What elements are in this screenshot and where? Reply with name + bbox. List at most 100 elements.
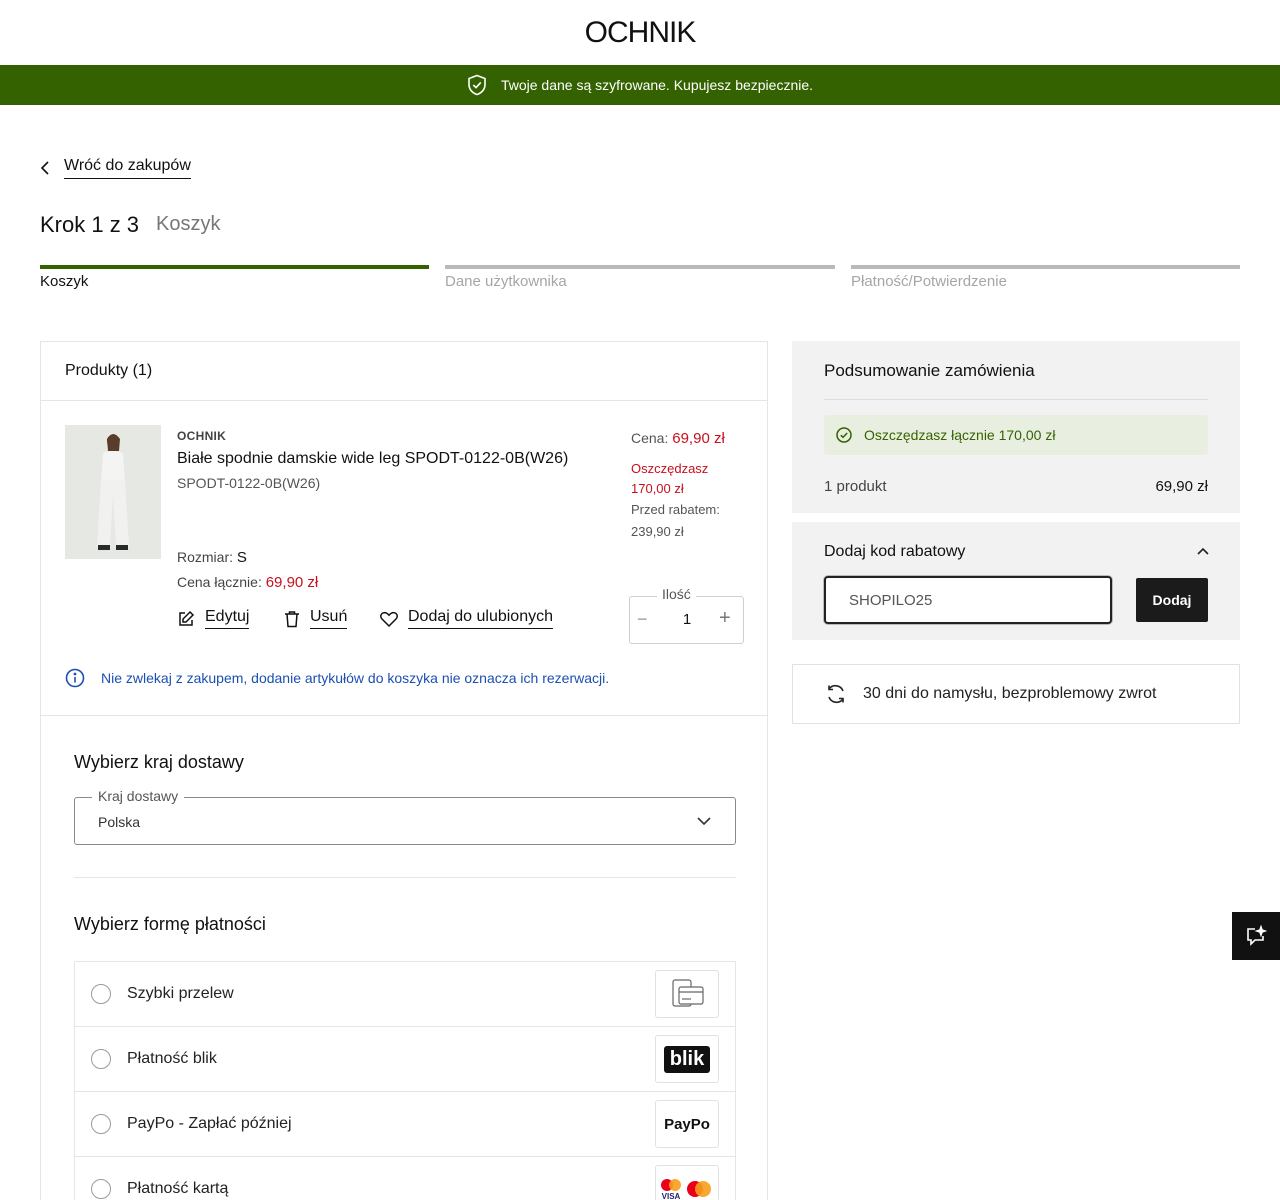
payment-method-title: Wybierz formę płatności xyxy=(74,914,266,934)
delivery-country-select[interactable] xyxy=(74,797,736,845)
product-sku: SPODT-0122-0B(W26) xyxy=(177,475,321,491)
returns-info: 30 dni do namysłu, bezproblemowy zwrot xyxy=(792,664,1240,724)
quantity-decrease-button[interactable]: − xyxy=(637,609,648,630)
info-icon xyxy=(65,668,85,688)
payment-radio[interactable] xyxy=(91,1114,111,1134)
product-size-label: Rozmiar: xyxy=(177,549,234,565)
payment-radio[interactable] xyxy=(91,984,111,1004)
order-summary: Podsumowanie zamówienia Oszczędzasz łącz… xyxy=(792,341,1240,513)
blik-logo-text: blik xyxy=(663,1045,711,1073)
product-size-value: S xyxy=(236,549,247,566)
product-total: Cena łącznie: 69,90 zł xyxy=(177,574,318,591)
mastercard-icon xyxy=(661,1178,681,1191)
remove-label: Usuń xyxy=(310,608,348,629)
divider xyxy=(74,877,736,878)
apply-discount-button[interactable]: Dodaj xyxy=(1136,578,1208,622)
bank-transfer-icon xyxy=(655,970,719,1018)
security-banner: Twoje dane są szyfrowane. Kupujesz bezpi… xyxy=(0,65,1280,105)
product-total-label: Cena łącznie: xyxy=(177,574,262,590)
payment-radio[interactable] xyxy=(91,1179,111,1199)
step-progress-user-data xyxy=(445,265,835,269)
discount-code-section: Dodaj kod rabatowy Dodaj xyxy=(792,522,1240,640)
product-size: Rozmiar: S xyxy=(177,549,247,566)
payment-option-card[interactable]: Płatność kartą VISA xyxy=(75,1157,735,1200)
security-banner-text: Twoje dane są szyfrowane. Kupujesz bezpi… xyxy=(500,77,814,93)
payment-option-label: Płatność kartą xyxy=(127,1180,229,1197)
maestro-icon xyxy=(687,1181,711,1197)
paypo-logo: PayPo xyxy=(655,1100,719,1148)
payment-option-blik[interactable]: Płatność blik blik xyxy=(75,1027,735,1092)
remove-button[interactable]: Usuń xyxy=(284,608,348,629)
discount-code-input[interactable] xyxy=(824,576,1112,624)
discount-code-title[interactable]: Dodaj kod rabatowy xyxy=(824,543,965,561)
back-link-label: Wróć do zakupów xyxy=(64,157,191,179)
total-savings-text: Oszczędzasz łącznie 170,00 zł xyxy=(864,427,1056,443)
step-progress-payment xyxy=(851,265,1240,269)
check-circle-icon xyxy=(836,427,852,443)
chevron-up-icon[interactable] xyxy=(1196,544,1210,562)
divider xyxy=(41,715,767,716)
quantity-value[interactable]: 1 xyxy=(682,611,692,628)
paypo-logo-text: PayPo xyxy=(664,1115,710,1133)
payment-radio[interactable] xyxy=(91,1049,111,1069)
products-header: Produkty (1) xyxy=(41,342,767,401)
price-line: Cena: 69,90 zł xyxy=(631,430,761,447)
reservation-info-text: Nie zwlekaj z zakupem, dodanie artykułów… xyxy=(101,670,610,686)
step-subtitle: Koszyk xyxy=(156,213,221,235)
summary-product-count: 1 produkt xyxy=(824,478,887,495)
step-progress-cart xyxy=(40,265,429,269)
visa-logo-text: VISA xyxy=(661,1191,681,1200)
delivery-country-label: Kraj dostawy xyxy=(92,788,185,804)
delivery-country-title: Wybierz kraj dostawy xyxy=(74,752,244,772)
payment-option-paypo[interactable]: PayPo - Zapłać później PayPo xyxy=(75,1092,735,1157)
delivery-country-value[interactable]: Polska xyxy=(98,814,140,830)
cart-panel: Produkty (1) OCHNIK Białe spodnie damski… xyxy=(40,341,768,1200)
product-total-value: 69,90 zł xyxy=(265,574,319,591)
shield-check-icon xyxy=(468,74,486,96)
payment-option-transfer[interactable]: Szybki przelew xyxy=(75,962,735,1027)
price-value: 69,90 zł xyxy=(672,430,725,447)
back-to-shopping-link[interactable]: Wróć do zakupów xyxy=(40,157,191,179)
summary-total-price: 69,90 zł xyxy=(1155,478,1208,495)
price-column: Cena: 69,90 zł Oszczędzasz 170,00 zł Prz… xyxy=(631,430,761,543)
blik-logo: blik xyxy=(655,1035,719,1083)
step-label-cart: Koszyk xyxy=(40,273,89,290)
payment-method-list: Szybki przelew Płatność blik blik PayPo … xyxy=(74,961,736,1200)
before-discount-label: Przed rabatem: xyxy=(631,502,720,517)
chevron-down-icon[interactable] xyxy=(696,813,712,831)
payment-option-label: Szybki przelew xyxy=(127,985,234,1002)
chevron-left-icon xyxy=(40,161,49,175)
refresh-icon xyxy=(828,684,844,704)
edit-label: Edytuj xyxy=(205,608,250,629)
saving-label: Oszczędzasz xyxy=(631,461,709,476)
products-title: Produkty (1) xyxy=(65,362,153,379)
payment-option-label: PayPo - Zapłać później xyxy=(127,1115,292,1132)
quantity-label: Ilość xyxy=(657,586,696,602)
product-brand: OCHNIK xyxy=(177,429,227,443)
payment-option-label: Płatność blik xyxy=(127,1050,217,1067)
step-label-user-data: Dane użytkownika xyxy=(445,273,567,290)
product-image[interactable] xyxy=(65,425,161,559)
edit-button[interactable]: Edytuj xyxy=(177,608,250,629)
saving-info: Oszczędzasz 170,00 zł xyxy=(631,459,761,499)
price-label: Cena: xyxy=(631,430,669,446)
total-savings-badge: Oszczędzasz łącznie 170,00 zł xyxy=(824,415,1208,455)
reservation-info: Nie zwlekaj z zakupem, dodanie artykułów… xyxy=(65,668,609,688)
add-to-favorites-button[interactable]: Dodaj do ulubionych xyxy=(380,608,553,629)
step-title: Krok 1 z 3 xyxy=(40,212,140,237)
favorites-label: Dodaj do ulubionych xyxy=(408,608,553,629)
heart-icon xyxy=(380,611,398,627)
card-logos: VISA xyxy=(655,1165,719,1200)
edit-icon xyxy=(179,610,195,626)
chat-sparkle-icon xyxy=(1247,925,1267,946)
order-summary-title: Podsumowanie zamówienia xyxy=(824,361,1035,380)
trash-icon xyxy=(285,610,299,627)
before-discount-info: Przed rabatem: 239,90 zł xyxy=(631,499,761,543)
quantity-increase-button[interactable]: + xyxy=(719,607,731,630)
feedback-button[interactable] xyxy=(1232,912,1280,960)
product-name[interactable]: Białe spodnie damskie wide leg SPODT-012… xyxy=(177,450,568,468)
ochnik-logo[interactable]: OCHNIK xyxy=(585,16,697,50)
site-header: OCHNIK xyxy=(0,0,1280,65)
before-discount-value: 239,90 zł xyxy=(631,524,684,539)
saving-value: 170,00 zł xyxy=(631,481,684,496)
